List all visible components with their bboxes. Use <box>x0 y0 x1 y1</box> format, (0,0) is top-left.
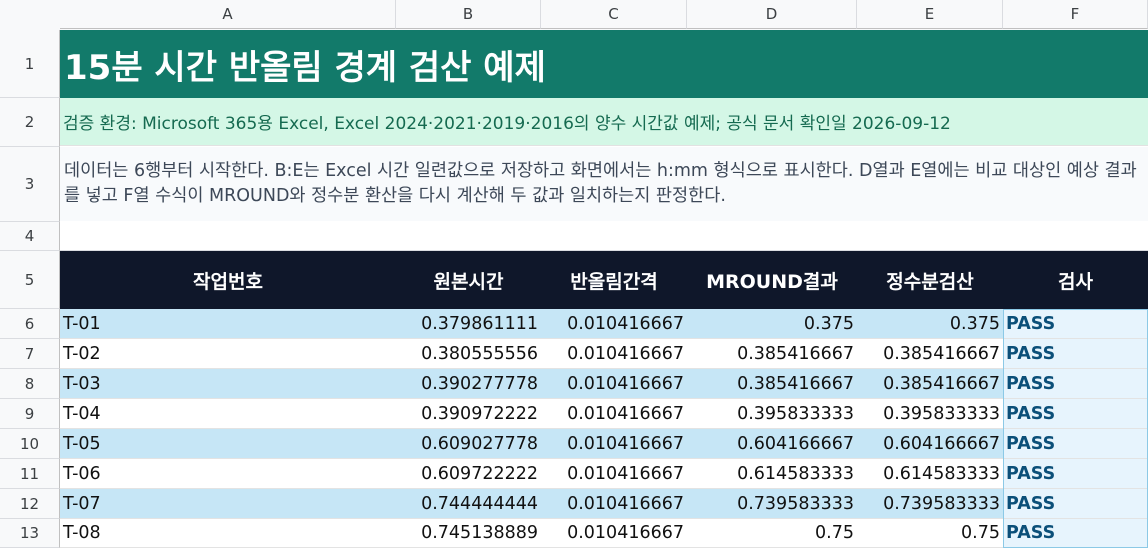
column-header-b[interactable]: B <box>396 0 541 29</box>
check-result-cell[interactable]: PASS <box>1003 399 1148 429</box>
rounding-interval-cell[interactable]: 0.010416667 <box>541 429 687 459</box>
header-integer-minute-check[interactable]: 정수분검산 <box>857 251 1003 309</box>
row-header-1[interactable]: 1 <box>0 30 60 98</box>
original-time-cell[interactable]: 0.609027778 <box>396 429 541 459</box>
job-id-cell[interactable]: T-01 <box>60 309 396 339</box>
mround-result-cell[interactable]: 0.604166667 <box>687 429 857 459</box>
rounding-interval-cell[interactable]: 0.010416667 <box>541 489 687 519</box>
row-header-3[interactable]: 3 <box>0 147 60 222</box>
header-job-id[interactable]: 작업번호 <box>60 251 396 309</box>
check-result-cell[interactable]: PASS <box>1003 309 1148 339</box>
title-cell[interactable]: 15분 시간 반올림 경계 검산 예제 <box>60 30 1148 98</box>
column-header-d[interactable]: D <box>687 0 857 29</box>
check-result-cell[interactable]: PASS <box>1003 339 1148 369</box>
header-check[interactable]: 검사 <box>1003 251 1148 309</box>
row-header-13[interactable]: 13 <box>0 519 60 548</box>
column-header-a[interactable]: A <box>60 0 396 29</box>
rounding-interval-cell[interactable]: 0.010416667 <box>541 399 687 429</box>
row-header-11[interactable]: 11 <box>0 459 60 489</box>
original-time-cell[interactable]: 0.390972222 <box>396 399 541 429</box>
header-original-time[interactable]: 원본시간 <box>396 251 541 309</box>
mround-result-cell[interactable]: 0.614583333 <box>687 459 857 489</box>
rounding-interval-cell[interactable]: 0.010416667 <box>541 339 687 369</box>
integer-minute-check-cell[interactable]: 0.614583333 <box>857 459 1003 489</box>
job-id-cell[interactable]: T-08 <box>60 519 396 548</box>
original-time-cell[interactable]: 0.609722222 <box>396 459 541 489</box>
header-rounding-interval[interactable]: 반올림간격 <box>541 251 687 309</box>
job-id-cell[interactable]: T-07 <box>60 489 396 519</box>
original-time-cell[interactable]: 0.390277778 <box>396 369 541 399</box>
check-result-cell[interactable]: PASS <box>1003 489 1148 519</box>
integer-minute-check-cell[interactable]: 0.375 <box>857 309 1003 339</box>
check-result-cell[interactable]: PASS <box>1003 369 1148 399</box>
row-header-10[interactable]: 10 <box>0 429 60 459</box>
job-id-cell[interactable]: T-04 <box>60 399 396 429</box>
original-time-cell[interactable]: 0.744444444 <box>396 489 541 519</box>
mround-result-cell[interactable]: 0.385416667 <box>687 339 857 369</box>
row-header-4[interactable]: 4 <box>0 222 60 251</box>
check-result-cell[interactable]: PASS <box>1003 459 1148 489</box>
original-time-cell[interactable]: 0.380555556 <box>396 339 541 369</box>
header-mround-result[interactable]: MROUND결과 <box>687 251 857 309</box>
mround-result-cell[interactable]: 0.395833333 <box>687 399 857 429</box>
rounding-interval-cell[interactable]: 0.010416667 <box>541 519 687 548</box>
column-header-bar: A B C D E F <box>0 0 1148 30</box>
column-header-c[interactable]: C <box>541 0 687 29</box>
rounding-interval-cell[interactable]: 0.010416667 <box>541 309 687 339</box>
row-header-2[interactable]: 2 <box>0 98 60 147</box>
row-header-5[interactable]: 5 <box>0 251 60 309</box>
original-time-cell[interactable]: 0.379861111 <box>396 309 541 339</box>
environment-cell[interactable]: 검증 환경: Microsoft 365용 Excel, Excel 2024·… <box>60 98 1148 146</box>
rounding-interval-cell[interactable]: 0.010416667 <box>541 459 687 489</box>
mround-result-cell[interactable]: 0.375 <box>687 309 857 339</box>
empty-row-cell[interactable] <box>60 222 1148 251</box>
row-header-7[interactable]: 7 <box>0 339 60 369</box>
mround-result-cell[interactable]: 0.385416667 <box>687 369 857 399</box>
row-header-9[interactable]: 9 <box>0 399 60 429</box>
job-id-cell[interactable]: T-02 <box>60 339 396 369</box>
job-id-cell[interactable]: T-05 <box>60 429 396 459</box>
integer-minute-check-cell[interactable]: 0.385416667 <box>857 339 1003 369</box>
original-time-cell[interactable]: 0.745138889 <box>396 519 541 548</box>
integer-minute-check-cell[interactable]: 0.385416667 <box>857 369 1003 399</box>
check-result-cell[interactable]: PASS <box>1003 429 1148 459</box>
mround-result-cell[interactable]: 0.75 <box>687 519 857 548</box>
column-header-f[interactable]: F <box>1003 0 1148 29</box>
job-id-cell[interactable]: T-03 <box>60 369 396 399</box>
check-result-cell[interactable]: PASS <box>1003 519 1148 548</box>
integer-minute-check-cell[interactable]: 0.739583333 <box>857 489 1003 519</box>
integer-minute-check-cell[interactable]: 0.75 <box>857 519 1003 548</box>
description-cell[interactable]: 데이터는 6행부터 시작한다. B:E는 Excel 시간 일련값으로 저장하고… <box>60 147 1148 221</box>
spreadsheet-grid: A B C D E F 1 2 3 4 5 6 7 8 9 10 11 12 1… <box>0 0 1148 548</box>
row-header-6[interactable]: 6 <box>0 309 60 339</box>
integer-minute-check-cell[interactable]: 0.604166667 <box>857 429 1003 459</box>
row-header-12[interactable]: 12 <box>0 489 60 519</box>
mround-result-cell[interactable]: 0.739583333 <box>687 489 857 519</box>
column-header-e[interactable]: E <box>857 0 1003 29</box>
integer-minute-check-cell[interactable]: 0.395833333 <box>857 399 1003 429</box>
row-header-8[interactable]: 8 <box>0 369 60 399</box>
job-id-cell[interactable]: T-06 <box>60 459 396 489</box>
rounding-interval-cell[interactable]: 0.010416667 <box>541 369 687 399</box>
